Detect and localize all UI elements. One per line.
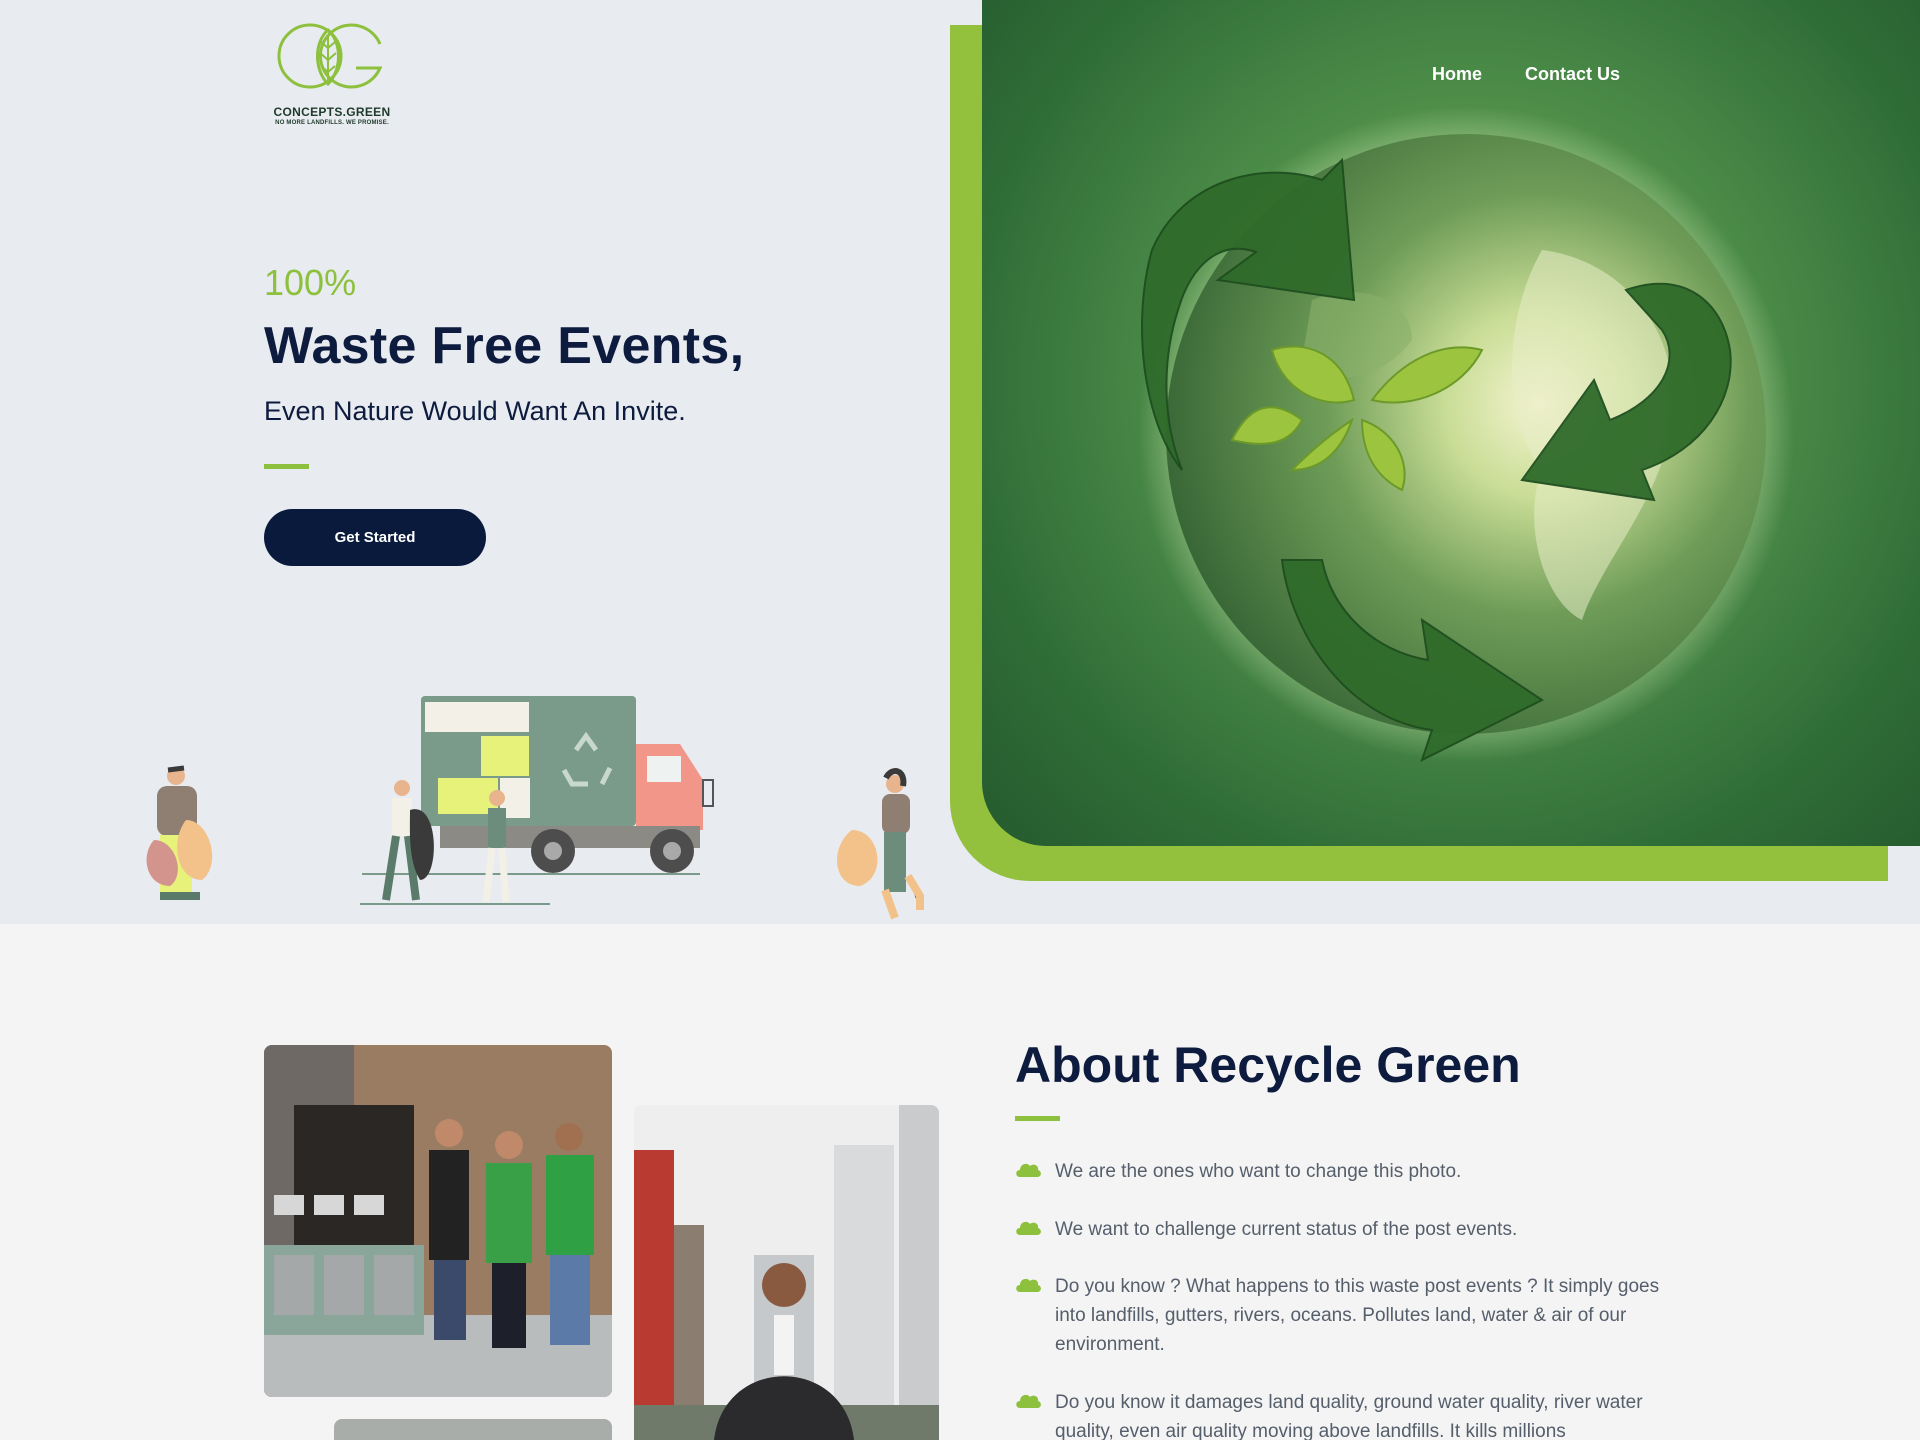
logo-leaf-icon (277, 23, 383, 89)
hero-image-panel (982, 0, 1920, 846)
about-item-text: We are the ones who want to change this … (1055, 1161, 1462, 1182)
recycle-globe-image (1138, 106, 1794, 762)
about-list-item: We want to challenge current status of t… (1015, 1215, 1660, 1245)
about-item-text: We want to challenge current status of t… (1055, 1219, 1518, 1240)
hero-title: Waste Free Events, (264, 317, 745, 375)
get-started-button[interactable]: Get Started (264, 509, 486, 566)
hero-eyebrow: 100% (264, 262, 357, 303)
about-list-item: Do you know ? What happens to this waste… (1015, 1272, 1660, 1362)
about-divider (1015, 1116, 1060, 1121)
logo-tagline: NO MORE LANDFILLS. WE PROMISE. (275, 120, 389, 126)
event-photo (334, 1419, 612, 1440)
hero-subtitle: Even Nature Would Want An Invite. (264, 396, 686, 426)
nav-contact-us[interactable]: Contact Us (1525, 64, 1620, 85)
about-item-text: Do you know ? What happens to this waste… (1055, 1276, 1660, 1355)
team-photo (264, 1045, 612, 1397)
cloud-icon (1016, 1278, 1041, 1292)
cloud-icon (1016, 1394, 1041, 1408)
logo[interactable]: CONCEPTS.GREEN NO MORE LANDFILLS. WE PRO… (272, 22, 392, 132)
hero-section: CONCEPTS.GREEN NO MORE LANDFILLS. WE PRO… (0, 0, 1920, 924)
recycling-truck-illustration (146, 696, 924, 920)
speaker-photo (634, 1105, 939, 1440)
about-list-item: We are the ones who want to change this … (1015, 1157, 1660, 1187)
logo-name: CONCEPTS.GREEN (273, 105, 391, 119)
cloud-icon (1016, 1163, 1041, 1177)
about-list-item: Do you know it damages land quality, gro… (1015, 1388, 1660, 1440)
nav-home[interactable]: Home (1432, 64, 1482, 85)
hero-divider (264, 464, 309, 469)
cloud-icon (1016, 1221, 1041, 1235)
about-item-text: Do you know it damages land quality, gro… (1055, 1392, 1643, 1440)
about-title: About Recycle Green (1015, 1037, 1521, 1093)
